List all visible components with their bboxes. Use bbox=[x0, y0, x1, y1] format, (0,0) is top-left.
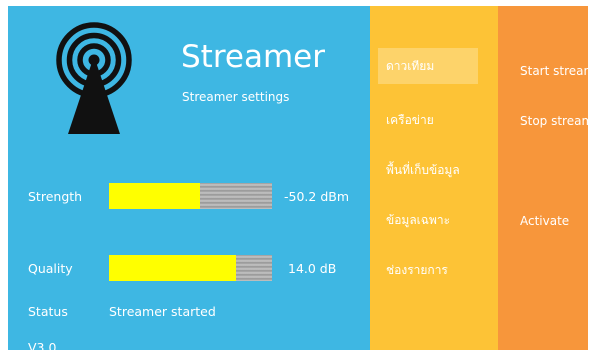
menu-item-network[interactable]: เครือข่าย bbox=[378, 102, 478, 138]
menu-item-info[interactable]: ข้อมูลเฉพาะ bbox=[378, 202, 478, 238]
quality-meter bbox=[109, 255, 272, 281]
menu-item-satellite[interactable]: ดาวเทียม bbox=[378, 48, 478, 84]
settings-menu: ดาวเทียม เครือข่าย พื้นที่เก็บข้อมูล ข้อ… bbox=[370, 6, 498, 350]
app-subtitle: Streamer settings bbox=[182, 90, 290, 104]
start-stream-button[interactable]: Start stream bbox=[520, 64, 588, 78]
status-value: Streamer started bbox=[109, 304, 216, 319]
quality-value: 14.0 dB bbox=[288, 261, 337, 276]
strength-label: Strength bbox=[28, 189, 83, 204]
quality-label: Quality bbox=[28, 261, 73, 276]
strength-value: -50.2 dBm bbox=[284, 189, 350, 204]
strength-meter bbox=[109, 183, 272, 209]
streamer-screen: Streamer Streamer settings Strength -50.… bbox=[8, 6, 588, 350]
radio-tower-icon bbox=[56, 22, 132, 134]
app-title: Streamer bbox=[181, 39, 325, 75]
version-label: V3.0 bbox=[28, 340, 57, 350]
quality-meter-fill bbox=[109, 255, 237, 281]
strength-meter-fill bbox=[109, 183, 201, 209]
stop-stream-button[interactable]: Stop stream bbox=[520, 114, 588, 128]
settings-panel: Streamer Streamer settings Strength -50.… bbox=[8, 6, 370, 350]
activate-button[interactable]: Activate bbox=[520, 214, 569, 228]
menu-item-channels[interactable]: ช่องรายการ bbox=[378, 252, 478, 288]
menu-item-storage[interactable]: พื้นที่เก็บข้อมูล bbox=[378, 152, 478, 188]
status-label: Status bbox=[28, 304, 68, 319]
actions-panel: Start stream Stop stream Activate bbox=[498, 6, 588, 350]
